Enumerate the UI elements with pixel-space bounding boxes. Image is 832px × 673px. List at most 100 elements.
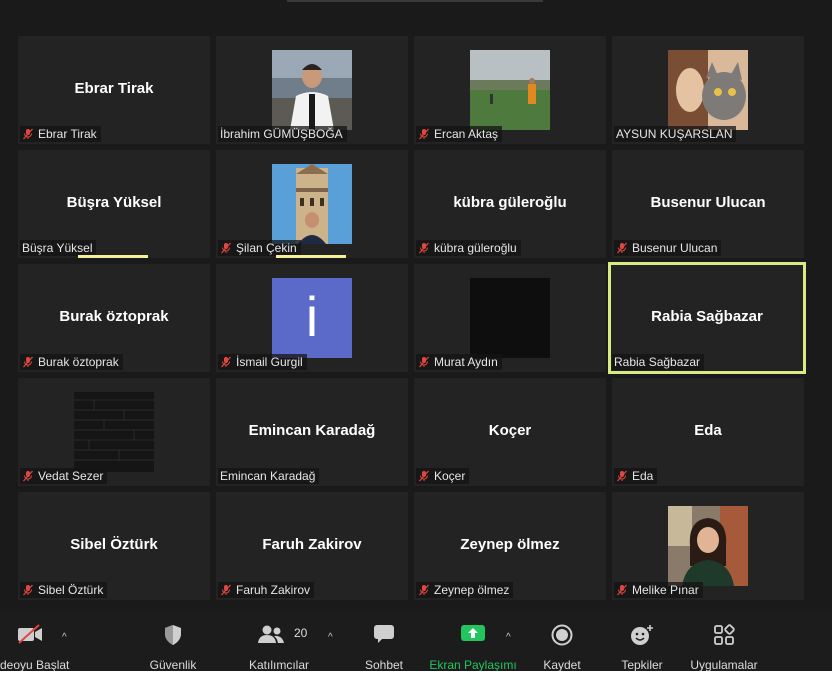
participant-label: Murat Aydın xyxy=(416,354,502,370)
participant-tile[interactable]: Ercan Aktaş xyxy=(414,36,606,144)
participant-label-text: Ebrar Tirak xyxy=(38,127,97,141)
participant-label: Ercan Aktaş xyxy=(416,126,503,142)
participant-label-text: AYSUN KUŞARSLAN xyxy=(616,127,733,141)
mic-muted-icon xyxy=(419,584,429,596)
avatar xyxy=(470,50,550,130)
participant-tile[interactable]: kübra güleroğlu kübra güleroğlu xyxy=(414,150,606,258)
participant-label: Rabia Sağbazar xyxy=(612,354,705,370)
avatar xyxy=(668,50,748,130)
participant-label: Sibel Öztürk xyxy=(20,582,108,598)
avatar xyxy=(74,392,154,472)
participant-label-text: Melike Pınar xyxy=(632,583,699,597)
drag-handle[interactable] xyxy=(287,0,543,2)
avatar xyxy=(470,278,550,358)
participant-tile-active-speaker[interactable]: Rabia Sağbazar Rabia Sağbazar xyxy=(608,262,806,374)
participant-tile[interactable]: Büşra Yüksel Büşra Yüksel xyxy=(18,150,210,258)
speaking-indicator xyxy=(78,255,148,258)
participant-tile[interactable]: Ebrar Tirak Ebrar Tirak xyxy=(18,36,210,144)
participant-label-text: Faruh Zakirov xyxy=(236,583,311,597)
share-screen-button[interactable]: Ekran Paylaşımı xyxy=(428,620,518,672)
chat-button[interactable]: Sohbet xyxy=(356,620,412,672)
video-off-icon xyxy=(18,624,42,644)
apps-label: Uygulamalar xyxy=(690,658,758,672)
mic-muted-icon xyxy=(419,128,429,140)
chat-icon xyxy=(374,625,394,643)
speaking-indicator xyxy=(276,255,346,258)
participant-tile[interactable]: i İsmail Gurgil xyxy=(216,264,408,372)
shield-icon xyxy=(165,625,181,645)
video-options-chevron-icon[interactable]: ^ xyxy=(62,632,67,643)
participant-tile[interactable]: Sibel Öztürk Sibel Öztürk xyxy=(18,492,210,600)
participant-label: Şilan Çekin xyxy=(218,240,301,256)
security-button[interactable]: Güvenlik xyxy=(140,620,206,672)
top-bar xyxy=(0,0,832,22)
avatar xyxy=(272,164,352,244)
participant-name-large: Koçer xyxy=(488,422,532,439)
participant-tile[interactable]: Eda Eda xyxy=(612,378,804,486)
participant-name-large: Büşra Yüksel xyxy=(66,194,162,211)
participant-tile[interactable]: İbrahim GÜMÜŞBOĞA xyxy=(216,36,408,144)
participant-tile[interactable]: Busenur Ulucan Busenur Ulucan xyxy=(612,150,804,258)
avatar-initial: i xyxy=(305,285,319,348)
participant-label-text: Büşra Yüksel xyxy=(22,241,93,255)
participant-tile[interactable]: Zeynep ölmez Zeynep ölmez xyxy=(414,492,606,600)
apps-button[interactable]: Uygulamalar xyxy=(686,620,762,672)
participant-label: İsmail Gurgil xyxy=(218,354,307,370)
mic-muted-icon xyxy=(419,242,429,254)
participant-label-text: Rabia Sağbazar xyxy=(614,355,701,369)
start-video-button[interactable]: deoyu Başlat xyxy=(0,620,69,672)
share-options-chevron-icon[interactable]: ^ xyxy=(506,632,511,643)
avatar xyxy=(272,50,352,130)
participant-name-large: Faruh Zakirov xyxy=(262,536,362,553)
avatar xyxy=(668,506,748,586)
participant-name-large: Sibel Öztürk xyxy=(70,536,158,553)
participant-label-text: Murat Aydın xyxy=(434,355,498,369)
participant-label-text: İsmail Gurgil xyxy=(236,355,303,369)
participant-label-text: Emincan Karadağ xyxy=(220,469,316,483)
participant-name-large: Busenur Ulucan xyxy=(650,194,766,211)
emoji-icon xyxy=(631,625,653,645)
participant-tile[interactable]: Şilan Çekin xyxy=(216,150,408,258)
mic-muted-icon xyxy=(419,356,429,368)
participant-tile[interactable]: Murat Aydın xyxy=(414,264,606,372)
participant-label: Eda xyxy=(614,468,658,484)
participant-label: AYSUN KUŞARSLAN xyxy=(614,126,737,142)
participant-label-text: Eda xyxy=(632,469,654,483)
participant-tile[interactable]: AYSUN KUŞARSLAN xyxy=(612,36,804,144)
participant-name-large: kübra güleroğlu xyxy=(453,194,567,211)
participant-name-large: Eda xyxy=(694,422,722,439)
share-screen-icon xyxy=(461,625,485,641)
mic-muted-icon xyxy=(221,242,231,254)
participant-name-large: Rabia Sağbazar xyxy=(651,308,763,325)
mic-muted-icon xyxy=(23,584,33,596)
reactions-label: Tepkiler xyxy=(621,658,663,672)
participant-label-text: Zeynep ölmez xyxy=(434,583,510,597)
participant-name-large: Zeynep ölmez xyxy=(460,536,560,553)
mic-muted-icon xyxy=(617,584,627,596)
participant-tile[interactable]: Vedat Sezer xyxy=(18,378,210,486)
participants-label: Katılımcılar xyxy=(248,658,309,672)
participant-label-text: Şilan Çekin xyxy=(236,241,297,255)
record-icon xyxy=(551,624,573,646)
participant-tile[interactable]: Emincan Karadağ Emincan Karadağ xyxy=(216,378,408,486)
participants-options-chevron-icon[interactable]: ^ xyxy=(328,632,333,643)
participants-button[interactable]: 20 Katılımcılar xyxy=(244,620,314,672)
participant-tile[interactable]: Melike Pınar xyxy=(612,492,804,600)
reactions-button[interactable]: Tepkiler xyxy=(614,620,670,672)
participant-tile[interactable]: Koçer Koçer xyxy=(414,378,606,486)
participant-label: Emincan Karadağ xyxy=(218,468,320,484)
video-grid: Ebrar Tirak Ebrar Tirak İbrahim GÜMÜŞBOĞ… xyxy=(18,36,806,602)
participant-label-text: Ercan Aktaş xyxy=(434,127,499,141)
participant-label: Zeynep ölmez xyxy=(416,582,514,598)
mic-muted-icon xyxy=(23,128,33,140)
participant-label: Koçer xyxy=(416,468,470,484)
participant-label-text: Vedat Sezer xyxy=(38,469,104,483)
participant-label-text: İbrahim GÜMÜŞBOĞA xyxy=(220,127,343,141)
participant-tile[interactable]: Faruh Zakirov Faruh Zakirov xyxy=(216,492,408,600)
participant-tile[interactable]: Burak öztoprak Burak öztoprak xyxy=(18,264,210,372)
record-label: Kaydet xyxy=(543,658,581,672)
mic-muted-icon xyxy=(617,242,627,254)
participant-label: Burak öztoprak xyxy=(20,354,123,370)
record-button[interactable]: Kaydet xyxy=(534,620,590,672)
meeting-toolbar: deoyu Başlat ^ Güvenlik 20 Katılımcılar … xyxy=(0,612,832,673)
